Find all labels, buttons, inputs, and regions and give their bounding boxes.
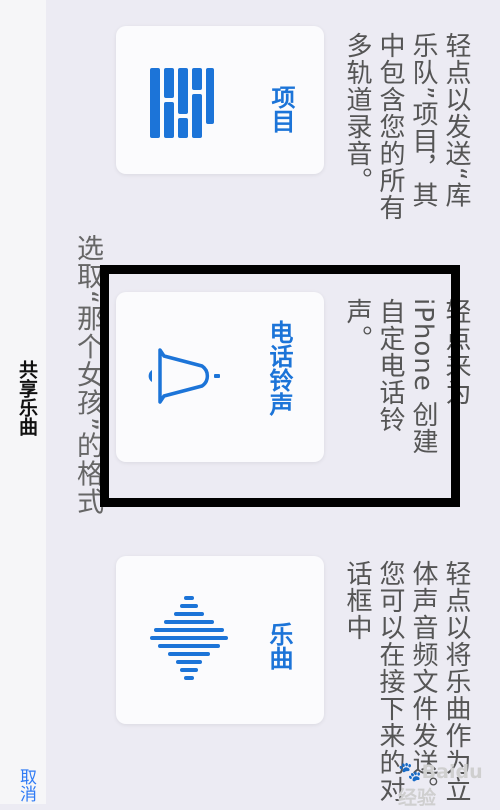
paw-icon: 🐾 xyxy=(398,761,422,783)
song-option-label: 乐曲 xyxy=(265,622,293,670)
waveform-icon xyxy=(150,596,228,680)
cancel-button[interactable]: 取消 xyxy=(14,768,39,802)
project-option-description: 轻点以发送“库乐队”项目，其中包含您的所有多轨道录音。 xyxy=(342,32,471,221)
watermark: 🐾Baidu经验 xyxy=(398,761,483,809)
project-option-label: 项目 xyxy=(267,85,295,133)
highlight-box xyxy=(100,265,460,507)
tracks-icon xyxy=(150,68,214,138)
page-title: 共享乐曲 xyxy=(16,360,38,436)
